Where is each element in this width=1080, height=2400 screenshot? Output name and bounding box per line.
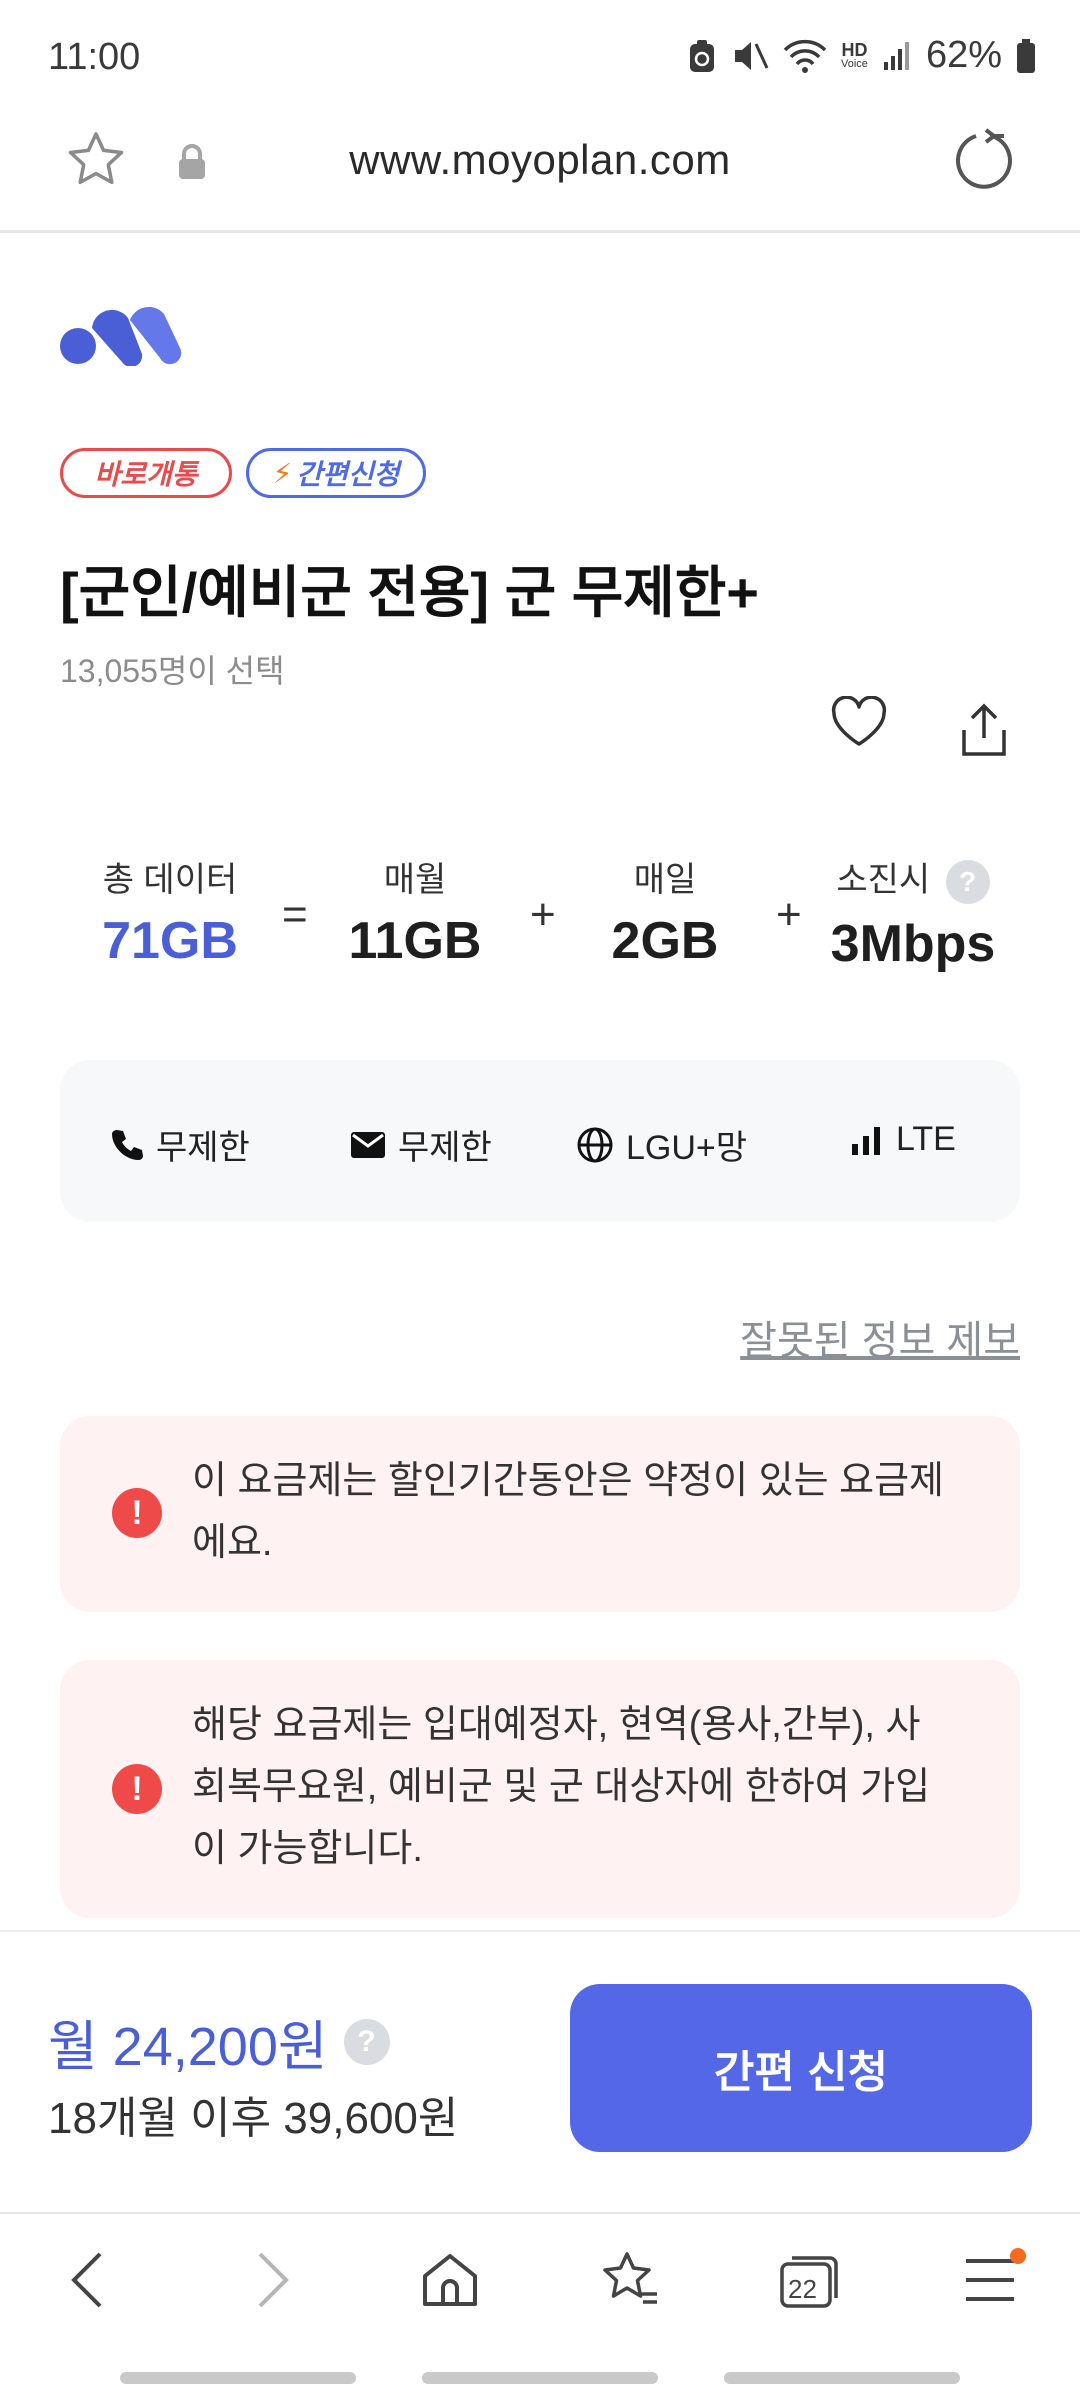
chevron-left-icon xyxy=(71,2252,102,2308)
globe-icon xyxy=(577,1127,613,1162)
plus-sign-1: + xyxy=(530,890,556,939)
menu-button[interactable] xyxy=(950,2230,1030,2330)
plus-sign-2: + xyxy=(776,890,802,939)
status-icons: HD Voice 62% xyxy=(687,34,1036,77)
tabs-button[interactable]: 22 xyxy=(770,2230,850,2330)
mute-icon xyxy=(735,41,769,70)
plan-title: [군인/예비군 전용] 군 무제한+ xyxy=(60,561,759,624)
easy-apply-button[interactable]: 간편 신청 xyxy=(570,1984,1032,2152)
notice-eligibility-line1: 해당 요금제는 입대예정자, 현역(용사,간부), 사 xyxy=(192,1704,921,1746)
wifi-icon xyxy=(783,39,827,73)
price-after-discount: 18개월 이후 39,600원 xyxy=(48,2094,459,2143)
cell-signal-icon xyxy=(883,41,909,70)
url-text[interactable]: www.moyoplan.com xyxy=(0,136,1080,184)
daily-data-label: 매일 xyxy=(633,861,697,899)
heart-icon[interactable] xyxy=(830,696,888,750)
total-data-label: 총 데이터 xyxy=(102,861,238,899)
forward-button[interactable] xyxy=(232,2230,312,2330)
network-feature-label: LGU+망 xyxy=(626,1129,748,1167)
monthly-price-text: 월 24,200원 xyxy=(48,2017,328,2077)
total-data-value: 71GB xyxy=(102,912,238,970)
exhausted-speed-value: 3Mbps xyxy=(830,915,996,974)
easy-apply-badge: ⚡ 간편신청 xyxy=(246,448,426,498)
notice-eligibility-line2: 회복무요원, 예비군 및 군 대상자에 한하여 가입 xyxy=(192,1766,931,1808)
status-time: 11:00 xyxy=(48,36,141,78)
notice-eligibility-text: 해당 요금제는 입대예정자, 현역(용사,간부), 사 회복무요원, 예비군 및… xyxy=(192,1694,980,1880)
lightning-icon: ⚡ xyxy=(272,457,293,489)
price-help-icon[interactable]: ? xyxy=(343,2018,390,2065)
reload-icon[interactable] xyxy=(952,128,1016,192)
hd-voice-indicator: HD Voice xyxy=(841,39,868,70)
report-wrong-info-link[interactable]: 잘못된 정보 제보 xyxy=(740,1308,1020,1366)
sms-feature: 무제한 xyxy=(350,1120,492,1169)
daily-data-value: 2GB xyxy=(611,912,719,970)
hamburger-menu-icon xyxy=(966,2259,1014,2301)
bottom-price-bar: 월 24,200원 ? 18개월 이후 39,600원 간편 신청 xyxy=(0,1930,1080,2214)
exhausted-speed-label: 소진시 ? xyxy=(818,852,1008,905)
hd-label: HD xyxy=(841,39,868,60)
notice-eligibility: ! 해당 요금제는 입대예정자, 현역(용사,간부), 사 회복무요원, 예비군… xyxy=(60,1660,1020,1918)
exhausted-speed: 소진시 ? 3Mbps xyxy=(818,852,1008,974)
alert-icon: ! xyxy=(112,1488,162,1538)
lte-feature-label: LTE xyxy=(896,1120,956,1158)
equals-sign: = xyxy=(282,890,308,939)
home-icon xyxy=(423,2254,477,2306)
browser-address-bar: www.moyoplan.com xyxy=(0,100,1080,233)
notice-contract-line1: 이 요금제는 할인기간동안은 약정이 있는 요금제 xyxy=(192,1460,944,1502)
notice-contract: ! 이 요금제는 할인기간동안은 약정이 있는 요금제 에요. xyxy=(60,1416,1020,1612)
gesture-handle-right xyxy=(724,2372,960,2384)
sms-feature-label: 무제한 xyxy=(398,1129,492,1167)
monthly-data-value: 11GB xyxy=(348,912,482,970)
notice-contract-text: 이 요금제는 할인기간동안은 약정이 있는 요금제 에요. xyxy=(192,1450,980,1574)
tab-count: 22 xyxy=(788,2274,817,2304)
share-icon[interactable] xyxy=(956,700,1012,760)
moyo-logo xyxy=(60,306,182,366)
bookmarks-star-icon xyxy=(603,2252,657,2304)
selected-count: 13,055명이 선택 xyxy=(60,653,285,689)
monthly-price: 월 24,200원 ? xyxy=(48,2002,390,2081)
daily-data: 매일 2GB xyxy=(590,852,740,971)
signal-icon xyxy=(852,1126,880,1155)
gesture-handle-center xyxy=(422,2372,658,2384)
exhausted-label-text: 소진시 xyxy=(836,861,931,899)
recycle-notification-icon xyxy=(690,39,715,72)
easy-apply-label: 간편신청 xyxy=(296,459,400,490)
lte-feature: LTE xyxy=(850,1120,956,1159)
chevron-right-icon xyxy=(258,2252,289,2308)
monthly-data-label: 매월 xyxy=(383,861,447,899)
monthly-data: 매월 11GB xyxy=(340,852,490,971)
back-button[interactable] xyxy=(48,2230,128,2330)
voice-feature: 무제한 xyxy=(110,1120,250,1169)
total-data: 총 데이터 71GB xyxy=(90,852,250,971)
voice-feature-label: 무제한 xyxy=(156,1129,250,1167)
notice-contract-line2: 에요. xyxy=(192,1522,273,1564)
notification-dot xyxy=(1010,2248,1026,2264)
battery-percent: 62% xyxy=(925,34,1002,76)
phone-icon xyxy=(112,1129,143,1160)
notice-eligibility-line3: 이 가능합니다. xyxy=(192,1828,423,1870)
help-icon[interactable]: ? xyxy=(945,860,990,905)
mail-icon xyxy=(351,1131,385,1158)
network-feature: LGU+망 xyxy=(576,1120,747,1169)
plan-features: 무제한 무제한 LGU+망 LTE xyxy=(60,1060,1020,1222)
hd-sub-label: Voice xyxy=(841,57,868,70)
bookmarks-button[interactable] xyxy=(590,2230,670,2330)
home-button[interactable] xyxy=(410,2230,490,2330)
alert-icon: ! xyxy=(112,1764,162,1814)
instant-activation-badge: 바로개통 xyxy=(60,448,232,498)
battery-icon xyxy=(1017,38,1035,73)
gesture-handle-left xyxy=(120,2372,356,2384)
